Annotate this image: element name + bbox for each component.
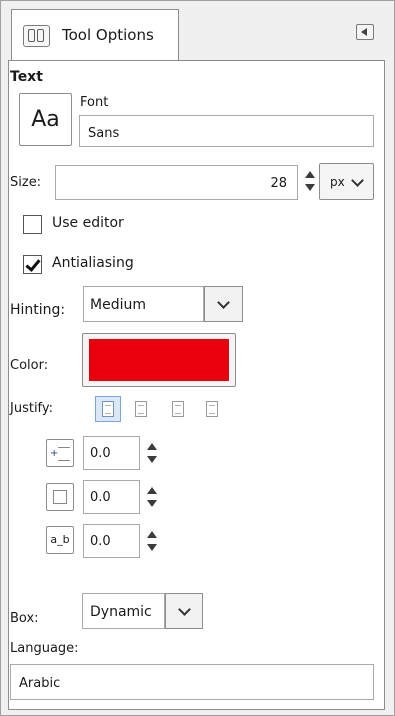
language-input[interactable]: Arabic [10, 664, 374, 700]
tab-tool-options-label: Tool Options [62, 26, 154, 44]
font-label: Font [80, 95, 109, 110]
justify-label: Justify: [10, 401, 54, 416]
indent-input[interactable]: 0.0 [83, 436, 140, 470]
color-label: Color: [10, 358, 49, 373]
antialiasing-checkbox[interactable] [23, 255, 42, 274]
letter-spacing-spin-icon[interactable] [146, 527, 158, 557]
unit-value: px [330, 175, 345, 189]
language-label: Language: [10, 641, 79, 656]
color-button[interactable] [82, 333, 236, 387]
size-spin-icon[interactable] [304, 167, 316, 197]
justify-left-button[interactable] [95, 396, 121, 422]
tool-options-icon [23, 25, 50, 47]
line-spacing-icon [46, 483, 74, 511]
box-label: Box: [10, 611, 39, 626]
use-editor-label: Use editor [52, 215, 124, 231]
letter-spacing-icon: a_b [46, 526, 74, 554]
justify-fill-button[interactable] [199, 396, 225, 422]
chevron-down-icon [178, 603, 191, 616]
color-swatch [89, 339, 229, 381]
indent-spin-icon[interactable] [146, 439, 158, 469]
hinting-label: Hinting: [10, 302, 66, 318]
box-select[interactable]: Dynamic [82, 593, 165, 629]
chevron-down-icon [351, 174, 364, 187]
tab-strip: Tool Options [1, 1, 394, 63]
checkmark-icon [25, 256, 41, 272]
size-label: Size: [10, 175, 42, 190]
tab-tool-options[interactable]: Tool Options [11, 9, 179, 61]
justify-center-icon [172, 401, 184, 417]
justify-right-button[interactable] [128, 396, 154, 422]
tab-menu-arrow-icon[interactable] [356, 24, 374, 40]
indent-icon: + [46, 439, 74, 467]
section-title: Text [10, 69, 43, 85]
use-editor-checkbox[interactable] [23, 215, 42, 234]
box-dropdown-button[interactable] [165, 593, 203, 629]
chevron-down-icon [217, 296, 230, 309]
antialiasing-label: Antialiasing [52, 255, 134, 271]
unit-select[interactable]: px [319, 163, 374, 200]
letter-spacing-input[interactable]: 0.0 [83, 524, 140, 558]
justify-center-button[interactable] [165, 396, 191, 422]
justify-left-icon [102, 401, 114, 417]
hinting-dropdown-button[interactable] [204, 286, 243, 322]
hinting-select[interactable]: Medium [83, 286, 204, 322]
font-input[interactable]: Sans [79, 115, 374, 147]
justify-fill-icon [206, 401, 218, 417]
size-input[interactable]: 28 [55, 165, 298, 200]
justify-right-icon [135, 401, 147, 417]
line-spacing-spin-icon[interactable] [146, 483, 158, 513]
size-value: 28 [270, 176, 287, 191]
font-preview-button[interactable]: Aa [19, 93, 72, 146]
line-spacing-input[interactable]: 0.0 [83, 480, 140, 514]
